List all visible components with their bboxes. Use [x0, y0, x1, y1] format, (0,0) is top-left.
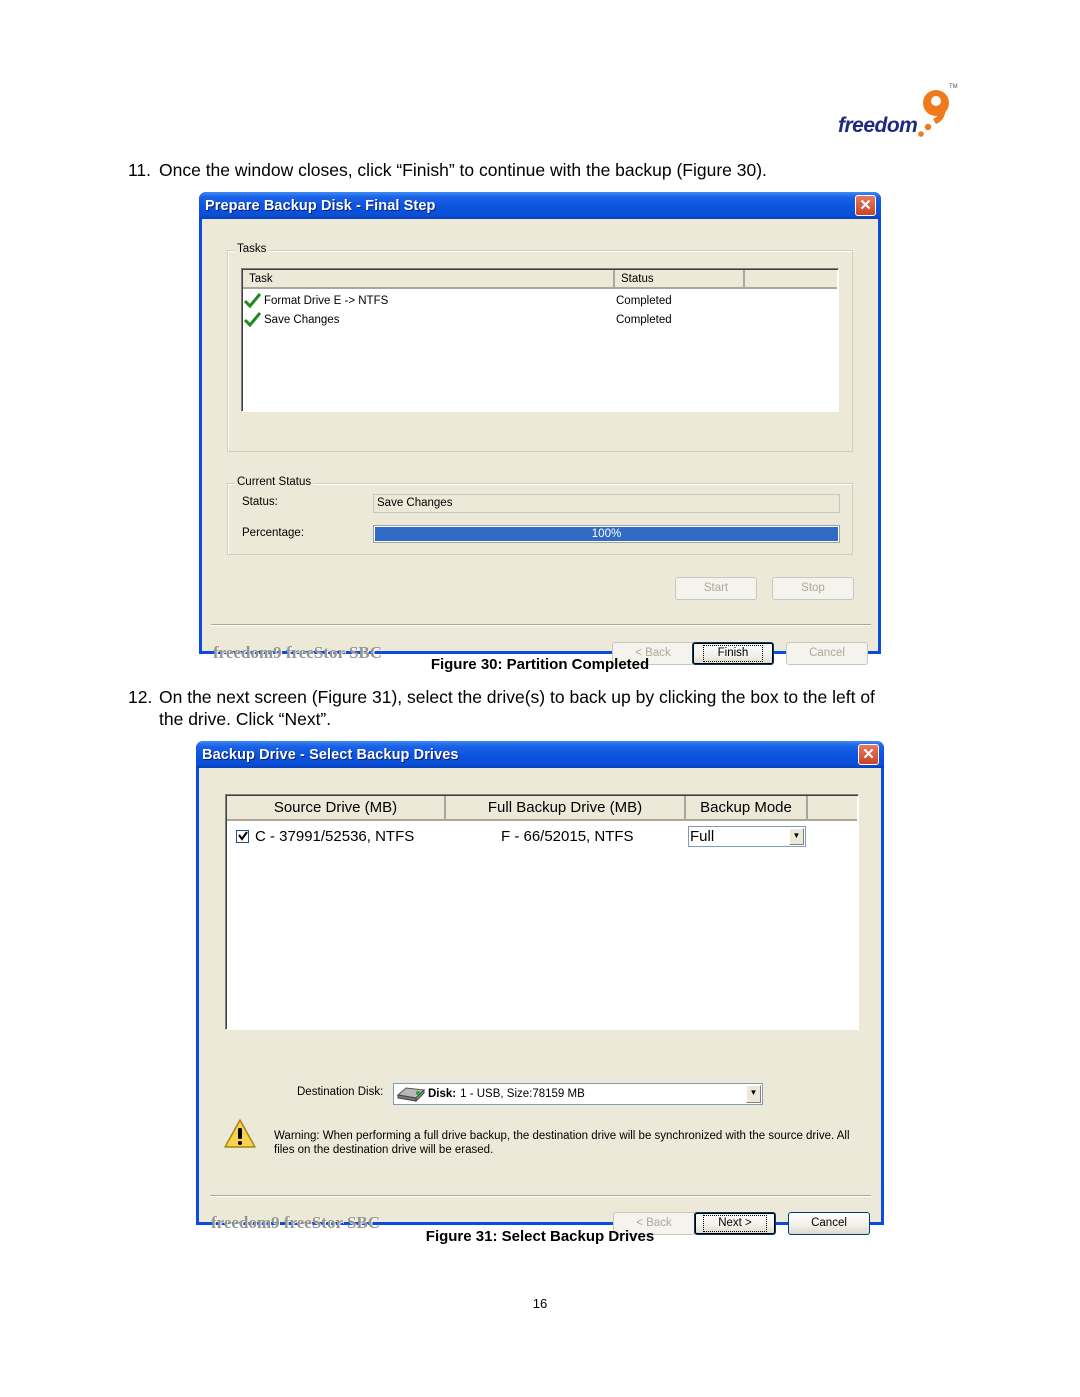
source-drive: C - 37991/52536, NTFS: [255, 827, 415, 845]
separator: [211, 624, 871, 626]
current-status-label: Current Status: [235, 476, 314, 488]
task-status: Completed: [616, 313, 672, 326]
logo-trademark: TM: [949, 84, 958, 90]
column-empty[interactable]: [745, 270, 837, 287]
progress-bar: 100%: [373, 525, 840, 543]
figure-30-caption: Figure 30: Partition Completed: [430, 656, 650, 673]
table-row[interactable]: C - 37991/52536, NTFS F - 66/52015, NTFS: [236, 825, 697, 847]
warning-line2: files on the destination drive will be e…: [274, 1144, 494, 1156]
destination-disk-label: Destination Disk:: [297, 1086, 384, 1098]
column-source-drive[interactable]: Source Drive (MB): [227, 796, 446, 819]
list-header: Source Drive (MB) Full Backup Drive (MB)…: [227, 796, 857, 821]
percentage-label: Percentage:: [242, 527, 305, 539]
current-status-group: Current Status Status: Save Changes Perc…: [227, 476, 853, 555]
destination-disk-value: 1 - USB, Size:78159 MB: [460, 1088, 585, 1100]
dialog-client: Tasks Task Status Format Drive E -> NTFS…: [202, 219, 878, 665]
title-bar: Prepare Backup Disk - Final Step ✕: [199, 192, 881, 219]
close-icon[interactable]: ✕: [855, 195, 876, 216]
status-field: Save Changes: [373, 494, 840, 513]
freedom9-logo: freedom TM: [836, 84, 961, 150]
destination-disk-bold: Disk:: [428, 1088, 457, 1100]
tasks-group: Tasks Task Status Format Drive E -> NTFS…: [227, 243, 853, 452]
step-text-line2: the drive. Click “Next”.: [159, 709, 332, 729]
title-bar: Backup Drive - Select Backup Drives ✕: [196, 741, 884, 768]
green-check-icon: [244, 293, 261, 308]
status-label: Status:: [242, 496, 278, 508]
step-number: 12.: [128, 687, 153, 707]
logo-nine-icon: [918, 90, 949, 137]
stop-button[interactable]: Stop: [772, 577, 854, 600]
column-full-backup-drive[interactable]: Full Backup Drive (MB): [446, 796, 686, 819]
step-number: 11.: [128, 160, 152, 180]
step-12: 12. On the next screen (Figure 31), selec…: [128, 686, 875, 730]
step-text-line1: On the next screen (Figure 31), select t…: [159, 687, 875, 707]
drives-list[interactable]: Source Drive (MB) Full Backup Drive (MB)…: [225, 794, 859, 1030]
separator: [210, 1195, 871, 1197]
list-header: Task Status: [243, 270, 837, 289]
column-task[interactable]: Task: [243, 270, 615, 287]
table-row[interactable]: Format Drive E -> NTFS Completed: [244, 291, 672, 310]
task-name: Format Drive E -> NTFS: [264, 294, 389, 307]
dialog-client: Source Drive (MB) Full Backup Drive (MB)…: [199, 768, 881, 1235]
tasks-list[interactable]: Task Status Format Drive E -> NTFS Compl…: [241, 268, 839, 412]
task-status: Completed: [616, 294, 672, 307]
table-row[interactable]: Save Changes Completed: [244, 310, 672, 329]
backup-drive-window: Backup Drive - Select Backup Drives ✕ So…: [196, 741, 884, 1235]
prepare-backup-disk-window: Prepare Backup Disk - Final Step ✕ Tasks…: [199, 192, 881, 665]
start-button[interactable]: Start: [675, 577, 757, 600]
column-status[interactable]: Status: [615, 270, 745, 287]
logo-wordmark: freedom: [838, 114, 918, 137]
backup-mode-select[interactable]: Full ▼: [688, 826, 806, 847]
warning-icon: [224, 1119, 256, 1148]
progress-text: 100%: [591, 528, 622, 540]
tasks-group-label: Tasks: [235, 243, 269, 255]
backup-mode-value: Full: [690, 828, 715, 845]
drive-checkbox[interactable]: [236, 829, 249, 843]
figure-31-caption: Figure 31: Select Backup Drives: [425, 1228, 655, 1245]
destination-disk-select[interactable]: Disk: 1 - USB, Size:78159 MB ▼: [393, 1083, 763, 1105]
page-number: 16: [532, 1296, 548, 1311]
window-title: Prepare Backup Disk - Final Step: [205, 197, 436, 214]
step-text: Once the window closes, click “Finish” t…: [159, 160, 767, 180]
window-title: Backup Drive - Select Backup Drives: [202, 746, 459, 763]
step-11: 11. Once the window closes, click “Finish…: [128, 159, 767, 181]
checkmark-icon: [238, 830, 248, 841]
dropdown-arrow-icon[interactable]: ▼: [746, 1085, 761, 1103]
green-check-icon: [244, 312, 261, 327]
hard-disk-icon: [396, 1087, 426, 1103]
column-backup-mode[interactable]: Backup Mode: [686, 796, 808, 819]
close-icon[interactable]: ✕: [858, 744, 879, 765]
backup-drive: F - 66/52015, NTFS: [501, 827, 634, 845]
dropdown-arrow-icon[interactable]: ▼: [789, 828, 804, 845]
task-name: Save Changes: [264, 313, 340, 326]
warning-line1: Warning: When performing a full drive ba…: [274, 1130, 850, 1142]
warning-message: Warning: When performing a full drive ba…: [274, 1129, 850, 1157]
